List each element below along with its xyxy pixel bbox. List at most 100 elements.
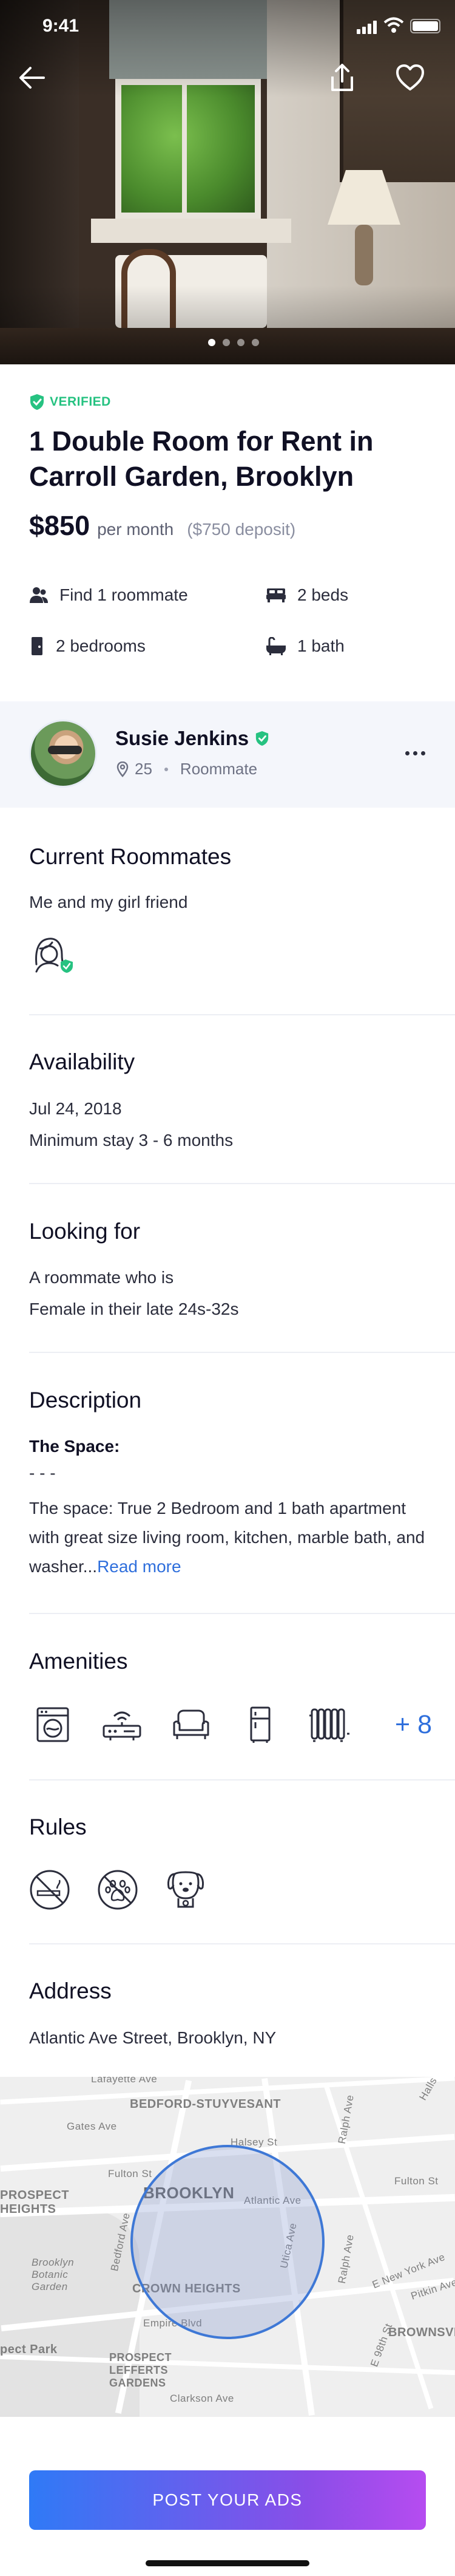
more-amenities-button[interactable]: + 8 — [395, 1710, 432, 1740]
status-bar: 9:41 — [0, 0, 455, 53]
fact-baths: 1 bath — [266, 635, 430, 657]
no-smoking-icon — [30, 1870, 70, 1910]
fact-roommates: Find 1 roommate — [29, 584, 266, 606]
rules-title: Rules — [29, 1814, 87, 1839]
listing-facts: Find 1 roommate 2 beds 2 bedrooms 1 bath — [29, 584, 430, 657]
fact-label: Find 1 roommate — [59, 585, 188, 604]
description-body: The space: True 2 Bedroom and 1 bath apa… — [29, 1494, 430, 1581]
rule-no-pets[interactable] — [97, 1869, 138, 1910]
carousel-dot[interactable] — [223, 339, 230, 346]
map-label: Brooklyn Botanic Garden — [32, 2257, 75, 2292]
map-label: Clarkson Ave — [170, 2393, 234, 2404]
address-map[interactable]: Lafayette Ave BEDFORD-STUYVESANT Gates A… — [0, 2077, 455, 2417]
deposit: ($750 deposit) — [187, 520, 296, 539]
verified-shield-icon — [30, 394, 44, 410]
signal-icon — [357, 19, 379, 34]
description-subtitle: The Space: — [29, 1437, 120, 1456]
share-icon — [331, 64, 353, 91]
fact-label: 2 bedrooms — [56, 636, 146, 655]
amenities-list: + 8 — [29, 1705, 432, 1744]
section-divider — [29, 1014, 455, 1015]
washer-icon — [36, 1707, 69, 1742]
host-name-row: Susie Jenkins — [115, 727, 269, 750]
price-period: per month — [97, 520, 174, 539]
description-separator: - - - — [29, 1463, 56, 1482]
more-icon — [421, 751, 425, 755]
amenity-furnished[interactable] — [167, 1705, 215, 1744]
favorite-button[interactable] — [391, 58, 430, 97]
looking-for-line1: A roommate who is — [29, 1268, 174, 1287]
amenities-title: Amenities — [29, 1649, 128, 1674]
section-divider — [29, 1943, 455, 1944]
bath-icon — [266, 637, 286, 655]
verified-badge: VERIFIED — [29, 394, 111, 411]
fridge-icon — [250, 1706, 271, 1743]
section-divider — [29, 1613, 455, 1614]
address-text: Atlantic Ave Street, Brooklyn, NY — [29, 2028, 277, 2047]
status-time: 9:41 — [42, 16, 79, 36]
map-label: BROWNSVI — [388, 2326, 455, 2339]
rule-pets-allowed[interactable] — [165, 1869, 206, 1910]
wifi-icon — [383, 17, 404, 33]
rule-no-smoking[interactable] — [29, 1869, 70, 1910]
heart-icon — [396, 64, 424, 90]
hero-bottom-shade — [0, 285, 455, 364]
dog-allowed-icon — [167, 1871, 204, 1908]
map-label: Fulton St — [108, 2168, 152, 2179]
map-label: PROSPECT LEFFERTS GARDENS — [109, 2351, 172, 2389]
map-area-circle[interactable] — [130, 2145, 325, 2339]
avatar[interactable] — [29, 720, 97, 788]
home-indicator[interactable] — [146, 2560, 309, 2566]
description-text: The space: True 2 Bedroom and 1 bath apa… — [29, 1499, 425, 1576]
people-icon — [30, 587, 48, 603]
armchair-icon — [173, 1709, 209, 1739]
roommates-title: Current Roommates — [29, 844, 232, 869]
section-divider — [29, 1183, 455, 1184]
more-icon — [413, 751, 417, 755]
price: $850 — [29, 510, 90, 541]
carousel-dots[interactable] — [208, 339, 259, 346]
fact-label: 1 bath — [297, 636, 345, 655]
amenity-washer[interactable] — [29, 1705, 76, 1744]
female-user-icon — [35, 938, 73, 973]
read-more-link[interactable]: Read more — [97, 1557, 181, 1576]
bottom-bar: POST YOUR ADS — [0, 2453, 455, 2576]
meta-separator-dot — [164, 767, 168, 771]
availability-title: Availability — [29, 1049, 135, 1074]
looking-for-line2: Female in their late 24s-32s — [29, 1300, 239, 1318]
amenity-wifi[interactable] — [98, 1705, 146, 1744]
roommate-avatar[interactable] — [32, 934, 75, 978]
fact-bedrooms: 2 bedrooms — [29, 635, 266, 657]
no-pets-icon — [98, 1870, 138, 1910]
map-label: Ralph Ave — [335, 2234, 356, 2285]
amenity-heating[interactable] — [306, 1705, 353, 1744]
hero-photo[interactable]: 9:41 — [0, 0, 455, 364]
map-label: pect Park — [0, 2343, 58, 2356]
fact-beds: 2 beds — [266, 584, 430, 606]
post-ads-button[interactable]: POST YOUR ADS — [29, 2470, 426, 2530]
more-icon — [405, 751, 410, 755]
hero-window — [115, 79, 261, 219]
more-options-button[interactable] — [405, 744, 430, 762]
location-pin-icon — [116, 761, 129, 777]
map-label: Lafayette Ave — [91, 2077, 158, 2085]
section-divider — [29, 1352, 455, 1353]
description-title: Description — [29, 1388, 142, 1412]
address-title: Address — [29, 1978, 112, 2003]
carousel-dot[interactable] — [237, 339, 244, 346]
map-label: E 98th St — [368, 2322, 395, 2369]
verified-label: VERIFIED — [50, 395, 111, 409]
host-card[interactable]: Susie Jenkins 25 Roommate — [0, 701, 455, 808]
looking-for-title: Looking for — [29, 1219, 141, 1244]
map-label: PROSPECT HEIGHTS — [0, 2189, 70, 2216]
amenity-fridge[interactable] — [237, 1705, 284, 1744]
arrow-left-icon — [19, 67, 45, 89]
door-icon — [32, 637, 42, 655]
back-button[interactable] — [12, 58, 51, 97]
roommates-text: Me and my girl friend — [29, 893, 188, 911]
router-icon — [103, 1711, 141, 1740]
carousel-dot[interactable] — [252, 339, 259, 346]
bed-icon — [266, 588, 286, 602]
carousel-dot[interactable] — [208, 339, 215, 346]
share-button[interactable] — [323, 58, 362, 97]
